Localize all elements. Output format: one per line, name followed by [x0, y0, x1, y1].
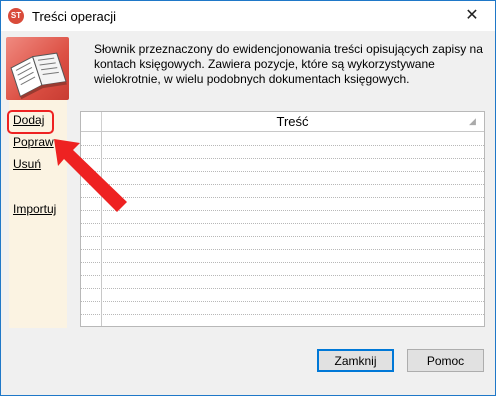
- row-selector[interactable]: [81, 184, 102, 197]
- window-title: Treści operacji: [32, 9, 117, 24]
- row-selector-header: [81, 112, 102, 131]
- book-icon: [6, 37, 69, 100]
- help-button[interactable]: Pomoc: [407, 349, 484, 372]
- table-row[interactable]: [81, 314, 484, 326]
- table-row[interactable]: [81, 223, 484, 237]
- row-selector[interactable]: [81, 288, 102, 301]
- table-row[interactable]: [81, 301, 484, 315]
- row-selector[interactable]: [81, 197, 102, 210]
- dodaj-link[interactable]: Dodaj: [13, 113, 44, 127]
- table-row[interactable]: [81, 132, 484, 146]
- row-selector[interactable]: [81, 249, 102, 262]
- row-selector[interactable]: [81, 314, 102, 326]
- usun-link[interactable]: Usuń: [13, 157, 41, 171]
- table-row[interactable]: [81, 288, 484, 302]
- table-row[interactable]: [81, 145, 484, 159]
- table-row[interactable]: [81, 249, 484, 263]
- dialog-window: ST Treści operacji ✕ Dodaj Popraw Usuń I…: [0, 0, 496, 396]
- table-row[interactable]: [81, 197, 484, 211]
- app-icon: ST: [8, 8, 24, 24]
- row-selector[interactable]: [81, 132, 102, 145]
- row-selector[interactable]: [81, 223, 102, 236]
- title-bar[interactable]: ST Treści operacji ✕: [1, 1, 495, 31]
- row-selector[interactable]: [81, 301, 102, 314]
- table-row[interactable]: [81, 275, 484, 289]
- row-selector[interactable]: [81, 236, 102, 249]
- sort-icon: ◢: [469, 116, 476, 126]
- table-row[interactable]: [81, 262, 484, 276]
- table-row[interactable]: [81, 236, 484, 250]
- description-text: Słownik przeznaczony do ewidencjonowania…: [94, 42, 483, 86]
- table-row[interactable]: [81, 158, 484, 172]
- dialog-body: Dodaj Popraw Usuń Importuj Słownik przez…: [1, 31, 495, 395]
- table-row[interactable]: [81, 171, 484, 185]
- row-selector[interactable]: [81, 145, 102, 158]
- row-selector[interactable]: [81, 158, 102, 171]
- close-button[interactable]: Zamknij: [317, 349, 394, 372]
- popraw-link[interactable]: Popraw: [13, 135, 54, 149]
- row-selector[interactable]: [81, 171, 102, 184]
- row-selector[interactable]: [81, 275, 102, 288]
- row-selector[interactable]: [81, 262, 102, 275]
- column-header-tresc[interactable]: Treść: [101, 114, 484, 129]
- importuj-link[interactable]: Importuj: [13, 202, 56, 216]
- table-row[interactable]: [81, 210, 484, 224]
- close-icon[interactable]: ✕: [457, 5, 487, 27]
- row-selector[interactable]: [81, 210, 102, 223]
- entries-grid[interactable]: Treść ◢: [80, 111, 485, 327]
- table-row[interactable]: [81, 184, 484, 198]
- grid-header: Treść ◢: [81, 112, 484, 132]
